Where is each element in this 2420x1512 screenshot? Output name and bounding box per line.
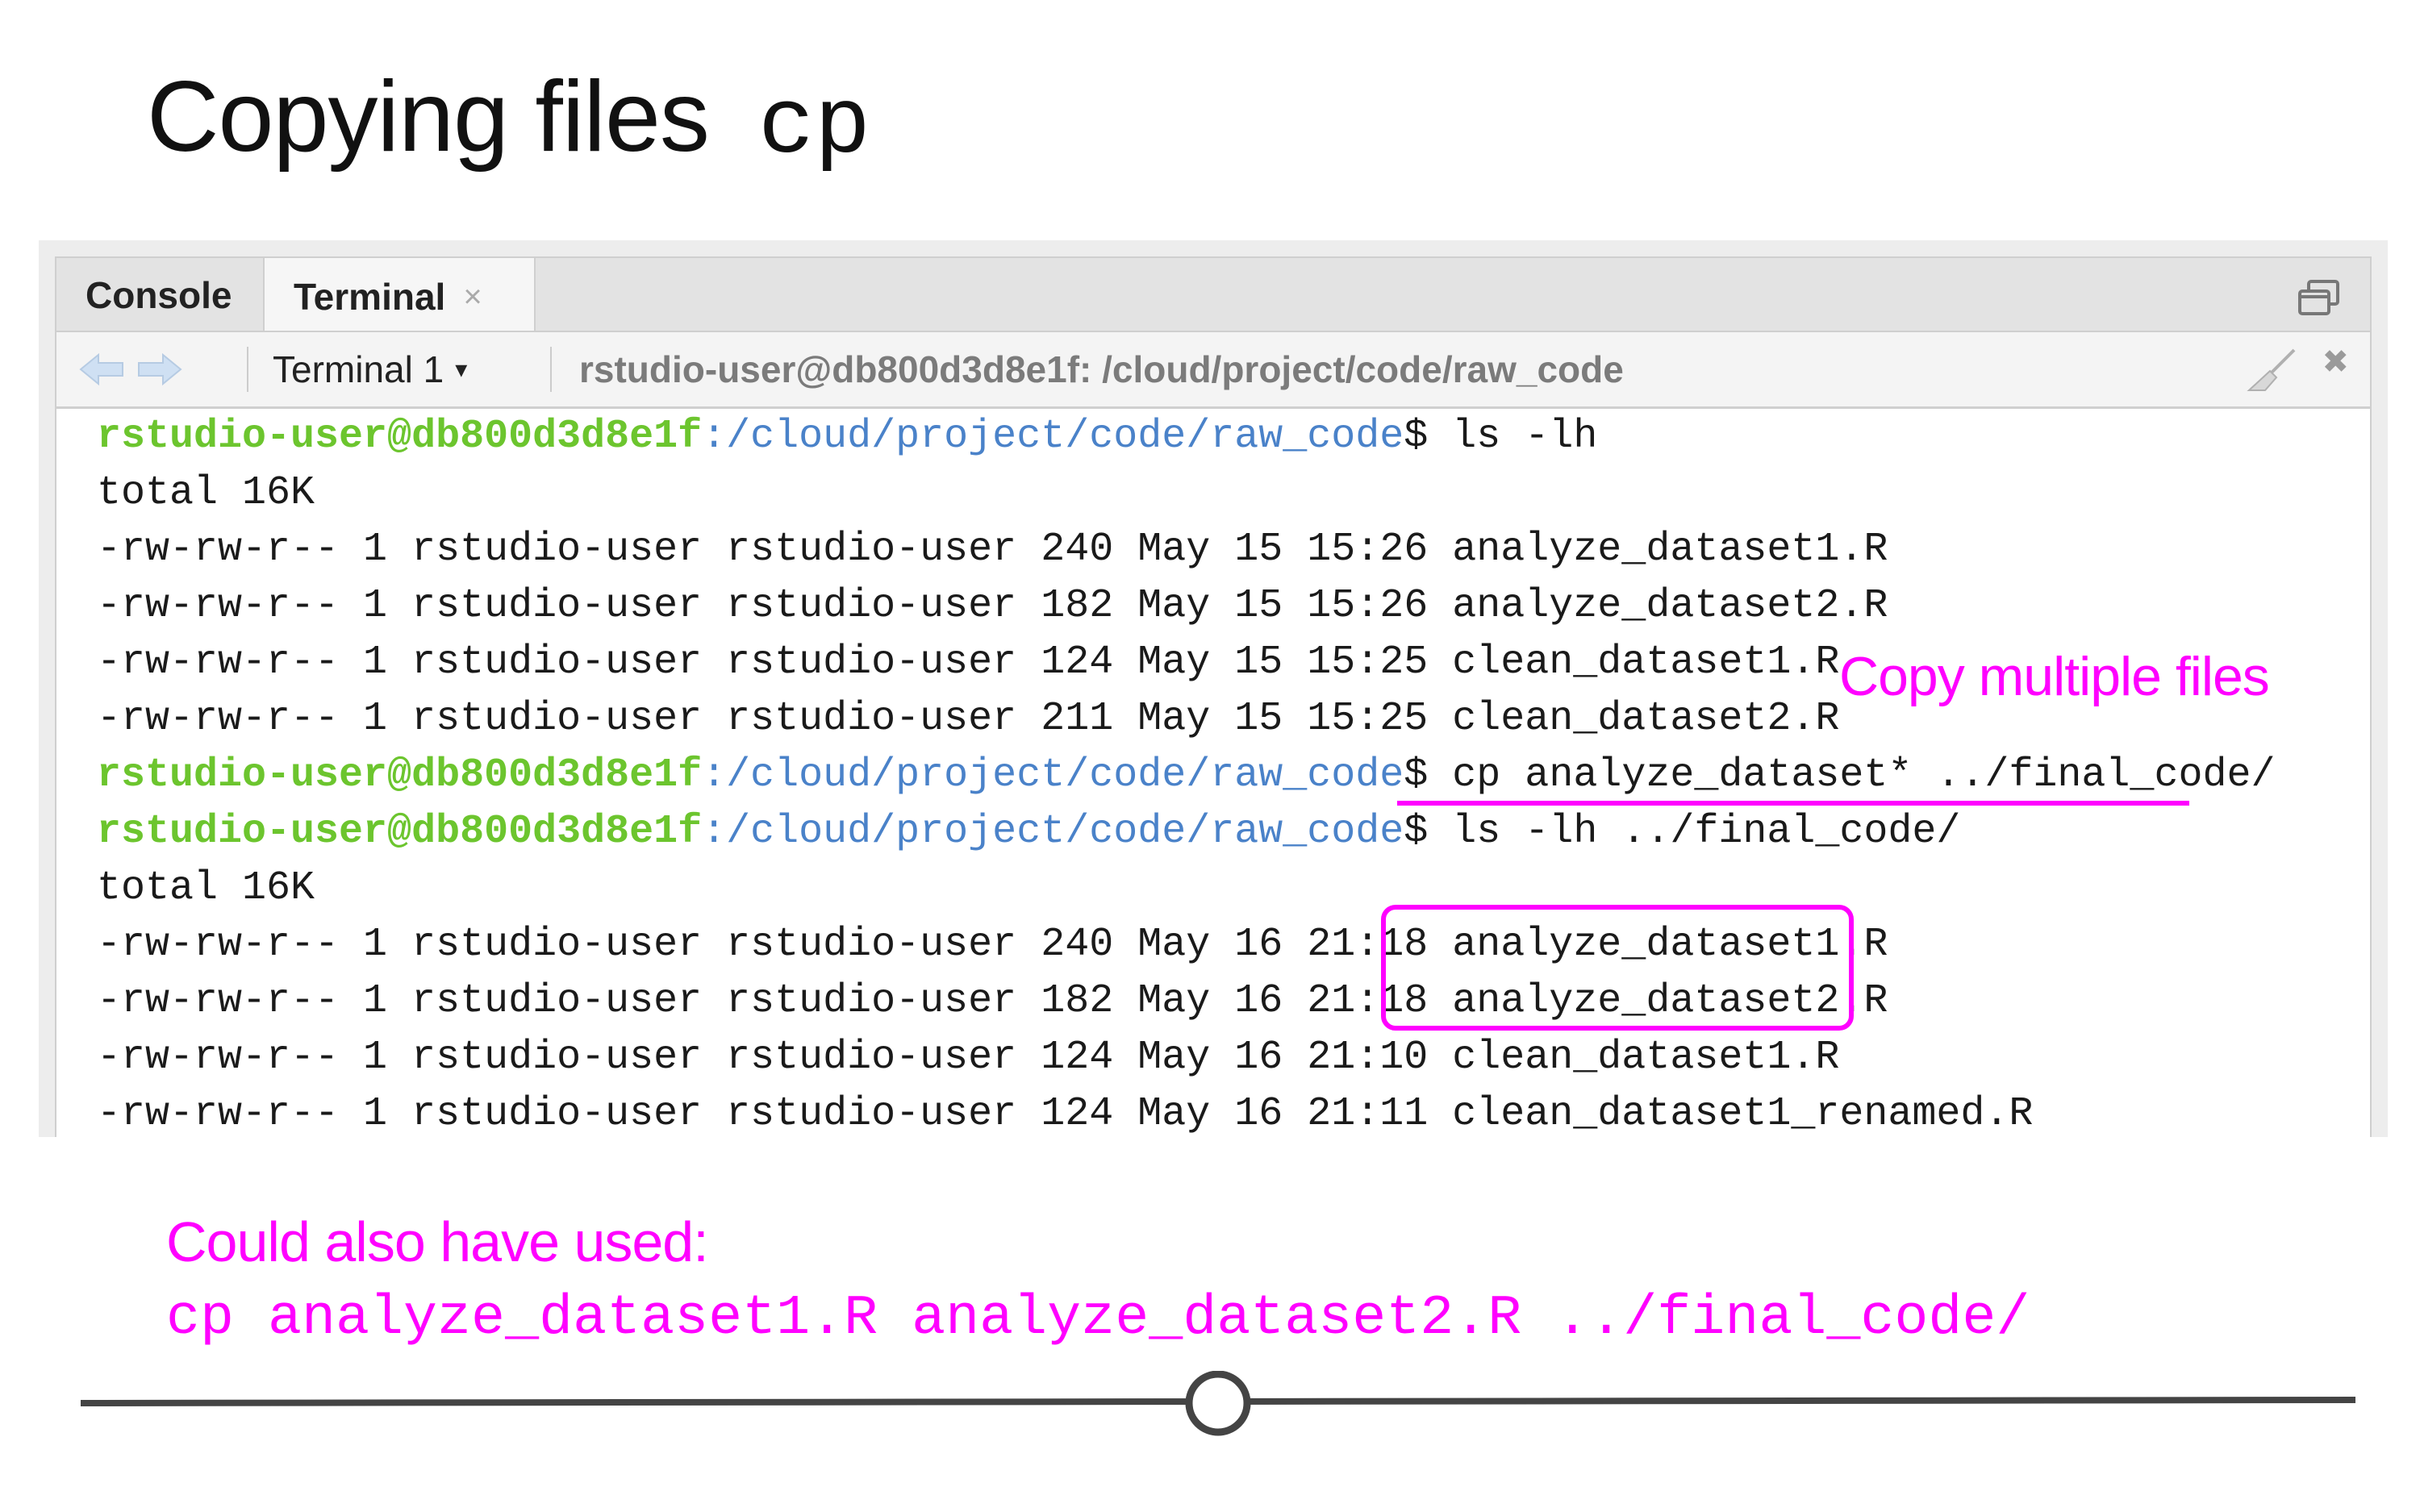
tab-close-icon[interactable]: ×: [463, 279, 482, 315]
toolbar-divider: [247, 347, 248, 392]
chevron-down-icon: ▾: [455, 356, 468, 383]
prompt-line: rstudio-user@db800d3d8e1f:/cloud/project…: [97, 409, 2275, 465]
command-text: cp analyze_dataset* ../final_code/: [1452, 752, 2276, 798]
output-line: total 16K: [97, 470, 315, 516]
prompt-user: rstudio-user@db800d3d8e1f: [97, 752, 703, 798]
clear-broom-icon[interactable]: [2246, 347, 2297, 394]
tab-terminal-label: Terminal: [294, 276, 446, 318]
prompt-symbol: $: [1404, 752, 1453, 798]
prompt-path: :/cloud/project/code/raw_code: [702, 809, 1404, 855]
tab-console-label: Console: [86, 274, 232, 316]
prompt-symbol: $: [1404, 414, 1453, 460]
terminal-output[interactable]: rstudio-user@db800d3d8e1f:/cloud/project…: [55, 409, 2372, 1137]
output-line: -rw-rw-r-- 1 rstudio-user rstudio-user 2…: [97, 527, 1888, 573]
back-arrow-icon[interactable]: [77, 352, 126, 387]
tab-terminal[interactable]: Terminal ×: [265, 258, 536, 335]
terminal-path: rstudio-user@db800d3d8e1f: /cloud/projec…: [579, 348, 1624, 390]
alternative-label: Could also have used:: [166, 1210, 709, 1273]
toolbar-divider: [550, 347, 552, 392]
prompt-path: :/cloud/project/code/raw_code: [702, 752, 1404, 798]
prompt-symbol: $: [1404, 809, 1453, 855]
prompt-user: rstudio-user@db800d3d8e1f: [97, 414, 703, 460]
forward-arrow-icon[interactable]: [136, 352, 184, 387]
callout-highlight-box: [1381, 905, 1854, 1031]
output-line: total 16K: [97, 865, 315, 911]
close-terminal-icon[interactable]: ✖: [2322, 344, 2349, 381]
slide-title: Copying files: [147, 61, 710, 173]
terminal-select-label: Terminal 1: [273, 348, 444, 390]
tab-console[interactable]: Console: [56, 258, 265, 332]
callout-copy-multiple: Copy multiple files: [1839, 646, 2270, 707]
terminal-toolbar: Terminal 1 ▾ rstudio-user@db800d3d8e1f: …: [55, 331, 2372, 409]
prompt-line: rstudio-user@db800d3d8e1f:/cloud/project…: [97, 804, 2275, 860]
pane-tabbar: Console Terminal ×: [55, 256, 2372, 335]
callout-underline: [1397, 801, 2189, 806]
output-line: -rw-rw-r-- 1 rstudio-user rstudio-user 2…: [97, 922, 1888, 968]
output-line: -rw-rw-r-- 1 rstudio-user rstudio-user 1…: [97, 1035, 1840, 1081]
progress-knob[interactable]: [1185, 1371, 1251, 1436]
prompt-user: rstudio-user@db800d3d8e1f: [97, 809, 703, 855]
output-line: -rw-rw-r-- 1 rstudio-user rstudio-user 1…: [97, 1091, 2034, 1137]
prompt-line: rstudio-user@db800d3d8e1f:/cloud/project…: [97, 748, 2275, 804]
alternative-command: cp analyze_dataset1.R analyze_dataset2.R…: [166, 1287, 2030, 1351]
restore-window-icon[interactable]: [2297, 279, 2341, 318]
output-line: -rw-rw-r-- 1 rstudio-user rstudio-user 1…: [97, 583, 1888, 629]
output-line: -rw-rw-r-- 1 rstudio-user rstudio-user 1…: [97, 978, 1888, 1024]
slide-title-command: cp: [758, 73, 871, 180]
command-text: ls -lh ../final_code/: [1452, 809, 1961, 855]
terminal-select[interactable]: Terminal 1 ▾: [273, 332, 467, 406]
prompt-path: :/cloud/project/code/raw_code: [702, 414, 1404, 460]
slide-progress[interactable]: [81, 1371, 2355, 1452]
command-text: ls -lh: [1452, 414, 1598, 460]
